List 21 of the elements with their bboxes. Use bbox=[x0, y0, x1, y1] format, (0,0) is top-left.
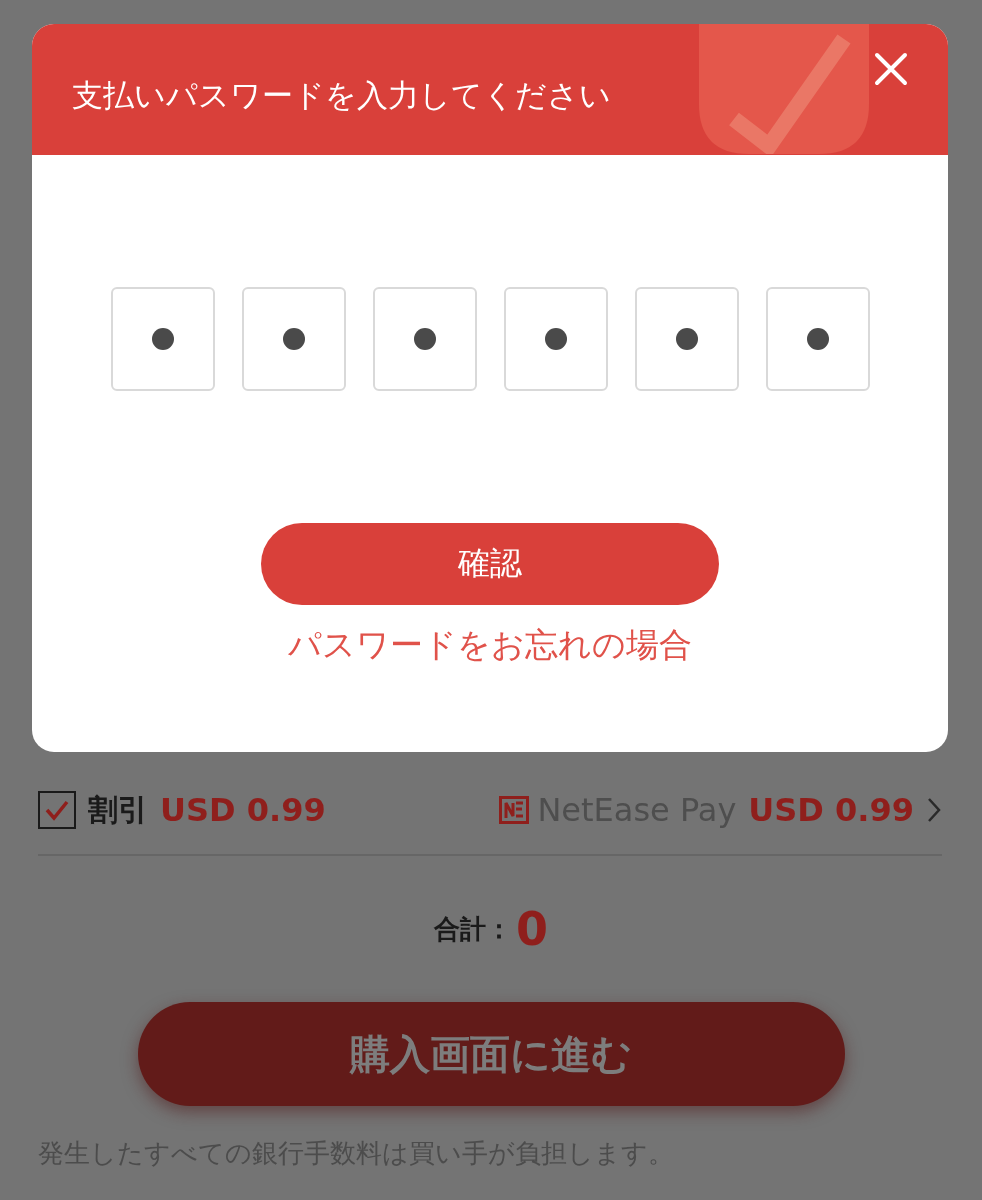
pin-digit-field[interactable] bbox=[241, 287, 346, 391]
payment-logo-icon bbox=[499, 796, 530, 824]
total-label: 合計： bbox=[434, 912, 512, 946]
discount-label: 割引 bbox=[88, 790, 148, 829]
check-mark-icon bbox=[699, 24, 869, 154]
pin-digit-field[interactable] bbox=[110, 287, 215, 391]
close-button[interactable] bbox=[874, 52, 908, 86]
chevron-right-icon[interactable] bbox=[926, 796, 942, 824]
confirm-button[interactable]: 確認 bbox=[261, 523, 719, 605]
discount-amount: USD 0.99 bbox=[160, 791, 326, 829]
pin-digit-field[interactable] bbox=[765, 287, 870, 391]
pin-digit-field[interactable] bbox=[372, 287, 477, 391]
pin-digit-field[interactable] bbox=[634, 287, 739, 391]
discount-checkbox[interactable] bbox=[38, 791, 76, 829]
dialog-title: 支払いパスワードを入力してください bbox=[72, 75, 611, 115]
pin-digit-field[interactable] bbox=[503, 287, 608, 391]
checkmark-icon bbox=[44, 799, 70, 821]
forgot-password-link[interactable]: パスワードをお忘れの場合 bbox=[288, 623, 692, 668]
total-value: 0 bbox=[516, 902, 548, 956]
payment-amount: USD 0.99 bbox=[748, 791, 914, 829]
purchase-button[interactable]: 購入画面に進む bbox=[137, 1002, 845, 1106]
